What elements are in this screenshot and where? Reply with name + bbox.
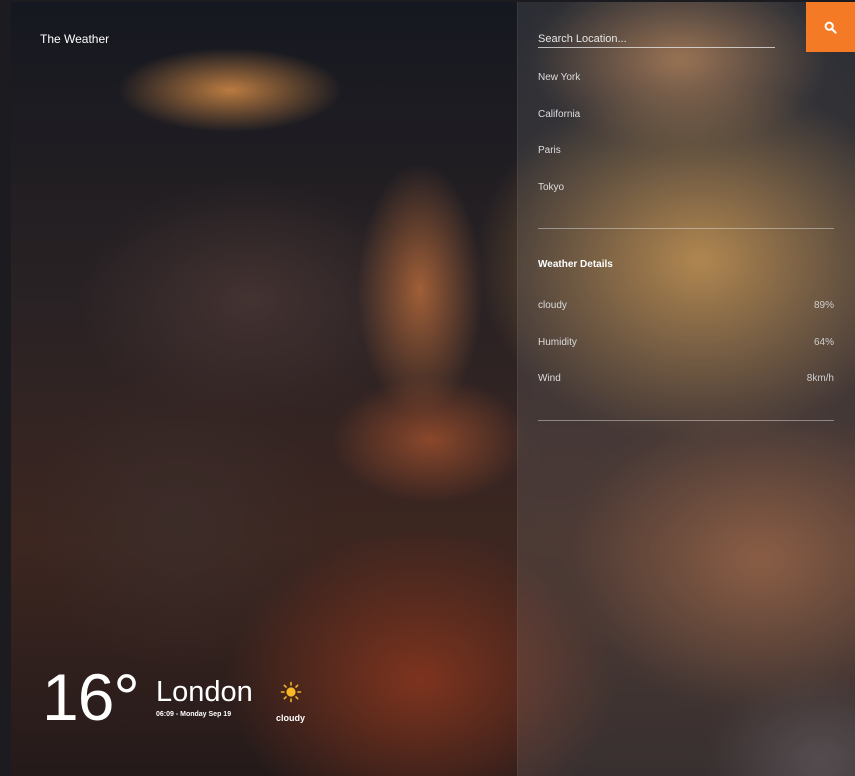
weather-app: The Weather New York California Paris To… — [0, 0, 855, 776]
location-item-new-york[interactable]: New York — [538, 72, 834, 109]
divider — [538, 228, 834, 229]
app-title: The Weather — [40, 32, 110, 46]
search-icon — [824, 21, 837, 34]
current-condition: cloudy — [276, 713, 306, 723]
search-input[interactable] — [538, 31, 775, 48]
detail-label: Wind — [538, 373, 561, 384]
detail-value: 64% — [813, 336, 834, 348]
detail-row-cloudy: cloudy 89% — [538, 300, 834, 337]
location-item-california[interactable]: California — [538, 109, 834, 146]
search-button[interactable] — [806, 2, 855, 52]
current-city: London — [156, 676, 253, 708]
detail-value: 8km/h — [806, 373, 834, 384]
location-item-tokyo[interactable]: Tokyo — [538, 182, 834, 219]
weather-details-list: cloudy 89% Humidity 64% Wind 8km/h — [538, 300, 834, 410]
current-datetime: 06:09 - Monday Sep 19 — [156, 711, 232, 718]
location-list: New York California Paris Tokyo — [538, 72, 834, 218]
location-item-paris[interactable]: Paris — [538, 145, 834, 182]
detail-row-humidity: Humidity 64% — [538, 337, 834, 374]
detail-label: Humidity — [538, 336, 577, 348]
detail-row-wind: Wind 8km/h — [538, 373, 834, 410]
window-edge — [0, 0, 11, 776]
detail-value: 89% — [813, 300, 834, 311]
current-temperature: 16° — [42, 660, 140, 734]
weather-details-title: Weather Details — [538, 259, 613, 270]
sun-icon — [280, 681, 302, 703]
divider — [538, 420, 834, 421]
detail-label: cloudy — [538, 300, 567, 311]
